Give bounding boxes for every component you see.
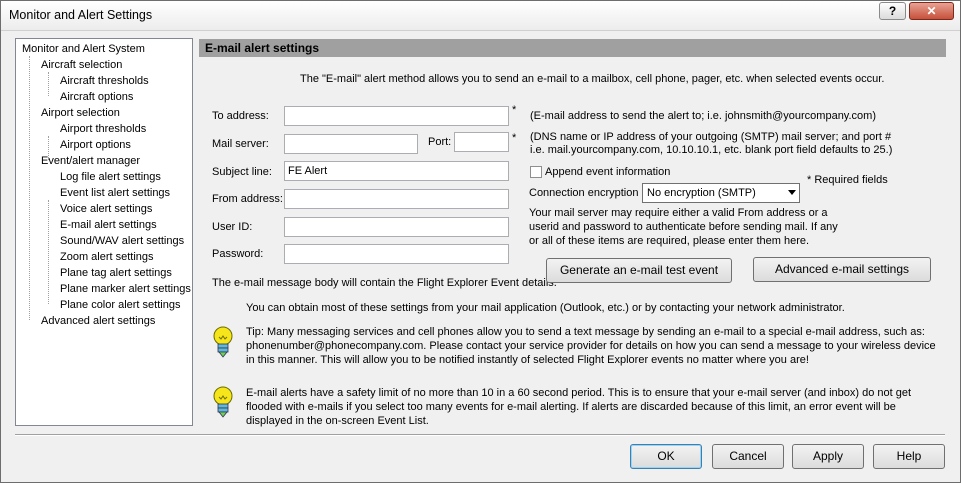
tree-item-monitor-alert-system[interactable]: Monitor and Alert System — [22, 42, 145, 56]
encryption-select-value: No encryption (SMTP) — [647, 187, 756, 199]
user-id-input[interactable] — [284, 217, 509, 237]
tree-item-plane-tag-alert-settings[interactable]: Plane tag alert settings — [60, 266, 172, 280]
mail-server-label: Mail server: — [212, 138, 269, 150]
window-title: Monitor and Alert Settings — [9, 8, 153, 22]
tree-item-zoom-alert-settings[interactable]: Zoom alert settings — [60, 250, 154, 264]
tree-item-plane-marker-alert-settings[interactable]: Plane marker alert settings — [60, 282, 191, 296]
tree-item-airport-selection[interactable]: Airport selection — [41, 106, 120, 120]
mail-server-input[interactable] — [284, 134, 418, 154]
tip-text: Tip: Many messaging services and cell ph… — [246, 326, 936, 366]
tree-item-email-alert-settings[interactable]: E-mail alert settings — [60, 218, 157, 232]
password-label: Password: — [212, 248, 264, 260]
divider — [15, 434, 945, 436]
tree-item-voice-alert-settings[interactable]: Voice alert settings — [60, 202, 152, 216]
intro-text: The "E-mail" alert method allows you to … — [300, 73, 885, 85]
to-address-hint: (E-mail address to send the alert to; i.… — [530, 110, 876, 122]
append-event-label[interactable]: Append event information — [545, 166, 670, 178]
tree-item-airport-options[interactable]: Airport options — [60, 138, 131, 152]
email-settings-panel: E-mail alert settings The "E-mail" alert… — [199, 38, 946, 427]
panel-header: E-mail alert settings — [199, 39, 946, 57]
password-input[interactable] — [284, 244, 509, 264]
tree-item-aircraft-thresholds[interactable]: Aircraft thresholds — [60, 74, 149, 88]
tree-item-sound-wav-alert-settings[interactable]: Sound/WAV alert settings — [60, 234, 184, 248]
help-title-button[interactable]: ? — [879, 2, 906, 20]
chevron-down-icon — [788, 190, 796, 195]
cancel-button[interactable]: Cancel — [712, 444, 784, 469]
ok-button[interactable]: OK — [630, 444, 702, 469]
tree-connector — [29, 56, 30, 320]
tree-item-aircraft-selection[interactable]: Aircraft selection — [41, 58, 122, 72]
tree-connector — [48, 72, 49, 96]
body-note: The e-mail message body will contain the… — [212, 277, 557, 289]
tree-item-event-list-alert-settings[interactable]: Event list alert settings — [60, 186, 170, 200]
subject-line-input[interactable]: FE Alert — [284, 161, 509, 181]
tree-item-plane-color-alert-settings[interactable]: Plane color alert settings — [60, 298, 180, 312]
lightbulb-icon — [213, 386, 233, 418]
from-address-input[interactable] — [284, 189, 509, 209]
safety-limit-text: E-mail alerts have a safety limit of no … — [246, 387, 912, 427]
monitor-alert-settings-dialog: Monitor and Alert Settings ? ✕ Monitor a… — [0, 0, 961, 483]
apply-button[interactable]: Apply — [792, 444, 864, 469]
tree-item-event-alert-manager[interactable]: Event/alert manager — [41, 154, 140, 168]
from-address-label: From address: — [212, 193, 283, 205]
lightbulb-icon — [213, 326, 233, 358]
mail-server-hint-2: i.e. mail.yourcompany.com, 10.10.10.1, e… — [530, 144, 893, 156]
mail-server-hint-1: (DNS name or IP address of your outgoing… — [530, 131, 892, 143]
encryption-select[interactable]: No encryption (SMTP) — [642, 183, 800, 203]
settings-tree[interactable]: Monitor and Alert System Aircraft select… — [15, 38, 193, 426]
tree-item-log-file-alert-settings[interactable]: Log file alert settings — [60, 170, 161, 184]
close-button[interactable]: ✕ — [909, 2, 954, 20]
to-required-mark: * — [512, 104, 517, 116]
title-bar[interactable]: Monitor and Alert Settings ? ✕ — [1, 1, 960, 31]
tree-item-airport-thresholds[interactable]: Airport thresholds — [60, 122, 146, 136]
subject-line-label: Subject line: — [212, 166, 272, 178]
help-button[interactable]: Help — [873, 444, 945, 469]
tree-item-advanced-alert-settings[interactable]: Advanced alert settings — [41, 314, 155, 328]
encryption-label: Connection encryption — [529, 187, 639, 199]
append-event-checkbox[interactable] — [530, 166, 542, 178]
generate-test-event-button[interactable]: Generate an e-mail test event — [546, 258, 732, 283]
advanced-email-settings-button[interactable]: Advanced e-mail settings — [753, 257, 931, 282]
tree-item-aircraft-options[interactable]: Aircraft options — [60, 90, 133, 104]
user-id-label: User ID: — [212, 221, 253, 233]
required-fields-note: * Required fields — [807, 174, 888, 186]
server-required-mark: * — [512, 132, 517, 144]
obtain-settings-note: You can obtain most of these settings fr… — [246, 302, 845, 314]
port-input[interactable] — [454, 132, 509, 152]
to-address-label: To address: — [212, 110, 269, 122]
port-label: Port: — [428, 136, 452, 148]
auth-note: Your mail server may require either a va… — [529, 207, 838, 247]
tree-connector — [48, 200, 49, 304]
to-address-input[interactable] — [284, 106, 509, 126]
